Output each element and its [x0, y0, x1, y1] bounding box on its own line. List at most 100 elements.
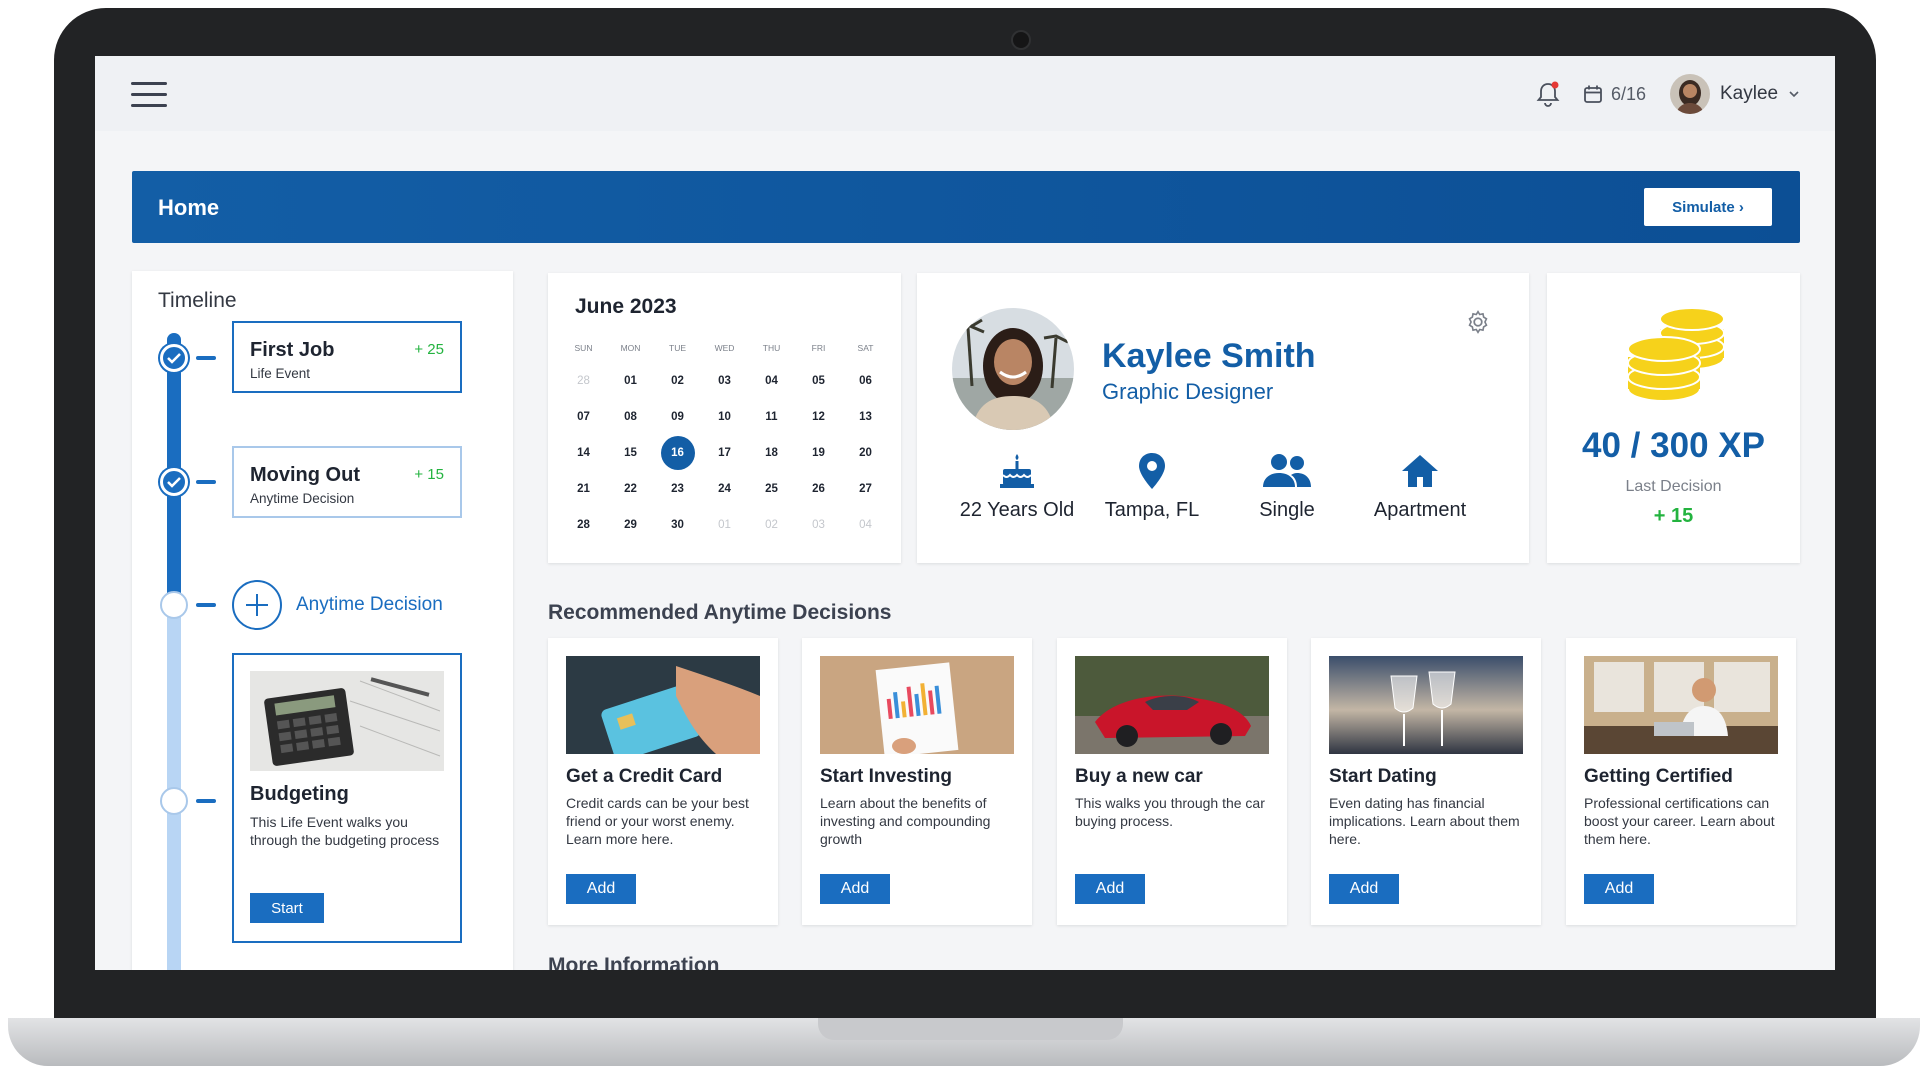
day-number: 30: [671, 519, 684, 531]
calendar-day[interactable]: 17: [701, 435, 748, 471]
calendar-day[interactable]: 08: [607, 399, 654, 435]
calendar-day[interactable]: 30: [654, 507, 701, 543]
day-number: 14: [577, 447, 590, 459]
day-number: 19: [812, 447, 825, 459]
stat-label: Apartment: [1373, 499, 1467, 521]
weekday-label: SAT: [857, 343, 874, 353]
add-decision-label: Anytime Decision: [296, 594, 443, 615]
date-display[interactable]: 6/16: [1583, 80, 1646, 108]
add-button[interactable]: Add: [566, 874, 636, 904]
house-icon: [1402, 455, 1438, 487]
calendar-day[interactable]: 28: [560, 507, 607, 543]
recommendation-card: Get a Credit Card Credit cards can be yo…: [548, 638, 778, 925]
calendar-day[interactable]: 03: [795, 507, 842, 543]
calendar-day[interactable]: 02: [654, 363, 701, 399]
calendar-day[interactable]: 01: [607, 363, 654, 399]
calendar-day[interactable]: 19: [795, 435, 842, 471]
calendar-day[interactable]: 23: [654, 471, 701, 507]
laptop-notch: [818, 1018, 1123, 1040]
day-number: 10: [718, 411, 731, 423]
add-button[interactable]: Add: [1075, 874, 1145, 904]
stat-location: Tampa, FL: [1077, 451, 1227, 522]
add-button[interactable]: Add: [1329, 874, 1399, 904]
weekday-label: THU: [762, 343, 781, 353]
simulate-button[interactable]: Simulate ›: [1644, 188, 1772, 226]
calendar-day[interactable]: 18: [748, 435, 795, 471]
day-number: 02: [671, 375, 684, 387]
calendar-day[interactable]: 14: [560, 435, 607, 471]
hamburger-menu-icon[interactable]: [131, 82, 167, 108]
notification-bell-icon[interactable]: [1535, 80, 1561, 108]
calendar-day[interactable]: 02: [748, 507, 795, 543]
calendar-day[interactable]: 25: [748, 471, 795, 507]
calendar-day[interactable]: 03: [701, 363, 748, 399]
app-screen: 6/16 Kaylee Home Simulate › Timeline Fir…: [95, 56, 1835, 970]
stat-label: 22 Years Old: [959, 499, 1075, 521]
calendar-day[interactable]: 05: [795, 363, 842, 399]
gear-icon[interactable]: [1465, 309, 1491, 335]
timeline-event-first-job[interactable]: First Job Life Event + 25: [232, 321, 462, 393]
calendar-day[interactable]: 07: [560, 399, 607, 435]
add-button[interactable]: Add: [1584, 874, 1654, 904]
calendar-day[interactable]: 20: [842, 435, 889, 471]
day-number: 11: [765, 411, 778, 423]
profile-photo: [952, 308, 1074, 430]
user-menu[interactable]: Kaylee: [1670, 74, 1800, 114]
calendar-day[interactable]: 21: [560, 471, 607, 507]
recommendation-card: Getting Certified Professional certifica…: [1566, 638, 1796, 925]
event-subtitle: Life Event: [250, 366, 311, 381]
calendar-day[interactable]: 16: [654, 435, 701, 471]
top-bar: 6/16 Kaylee: [95, 56, 1835, 131]
calendar-day[interactable]: 22: [607, 471, 654, 507]
stat-relationship: Single: [1212, 451, 1362, 522]
card-description: Even dating has financial implications. …: [1329, 795, 1520, 847]
day-number: 18: [765, 447, 778, 459]
timeline-event-budgeting[interactable]: Budgeting This Life Event walks you thro…: [232, 653, 462, 943]
calendar-month: June 2023: [575, 295, 677, 318]
day-number: 12: [812, 411, 825, 423]
camera: [1011, 30, 1031, 50]
calendar-day[interactable]: 12: [795, 399, 842, 435]
calendar-day[interactable]: 27: [842, 471, 889, 507]
calendar-day[interactable]: 28: [560, 363, 607, 399]
calendar-grid: 28 01 02 03 04 05 06 07 08 09 10 11 12 13 14 15 16 17 18 19…: [560, 363, 890, 543]
section-title: Recommended Anytime Decisions: [548, 601, 892, 624]
calendar-day[interactable]: 24: [701, 471, 748, 507]
weekday-label: MON: [620, 343, 641, 353]
calendar-day[interactable]: 13: [842, 399, 889, 435]
weekday-label: TUE: [669, 343, 686, 353]
day-number: 24: [718, 483, 731, 495]
timeline-connector: [196, 480, 216, 484]
calendar-day[interactable]: 15: [607, 435, 654, 471]
timeline-event-moving-out[interactable]: Moving Out Anytime Decision + 15: [232, 446, 462, 518]
timeline-connector: [196, 799, 216, 803]
add-anytime-decision[interactable]: Anytime Decision: [232, 580, 443, 630]
add-button[interactable]: Add: [820, 874, 890, 904]
day-number: 04: [859, 519, 872, 531]
card-description: This walks you through the car buying pr…: [1075, 795, 1265, 829]
page-header: Home Simulate ›: [132, 171, 1800, 243]
event-title: First Job: [250, 339, 335, 361]
calendar-day[interactable]: 04: [842, 507, 889, 543]
red-car-image: [1075, 656, 1269, 754]
calendar-day[interactable]: 09: [654, 399, 701, 435]
avatar: [1670, 74, 1710, 114]
calendar-day[interactable]: 01: [701, 507, 748, 543]
calendar-day[interactable]: 06: [842, 363, 889, 399]
weekday-label: SUN: [574, 343, 593, 353]
calendar-day[interactable]: 04: [748, 363, 795, 399]
card-description: Learn about the benefits of investing an…: [820, 795, 991, 847]
card-title: Start Dating: [1329, 766, 1437, 787]
timeline-node-open: [160, 591, 188, 619]
event-xp: + 25: [414, 341, 444, 358]
calendar-day[interactable]: 10: [701, 399, 748, 435]
card-description: Professional certifications can boost yo…: [1584, 795, 1775, 847]
calendar-day[interactable]: 26: [795, 471, 842, 507]
card-title: Getting Certified: [1584, 766, 1733, 787]
day-number: 16: [660, 436, 695, 470]
start-button[interactable]: Start: [250, 893, 324, 923]
calendar-day[interactable]: 29: [607, 507, 654, 543]
recommendation-card: Start Investing Learn about the benefits…: [802, 638, 1032, 925]
card-description: Credit cards can be your best friend or …: [566, 795, 749, 847]
calendar-day[interactable]: 11: [748, 399, 795, 435]
